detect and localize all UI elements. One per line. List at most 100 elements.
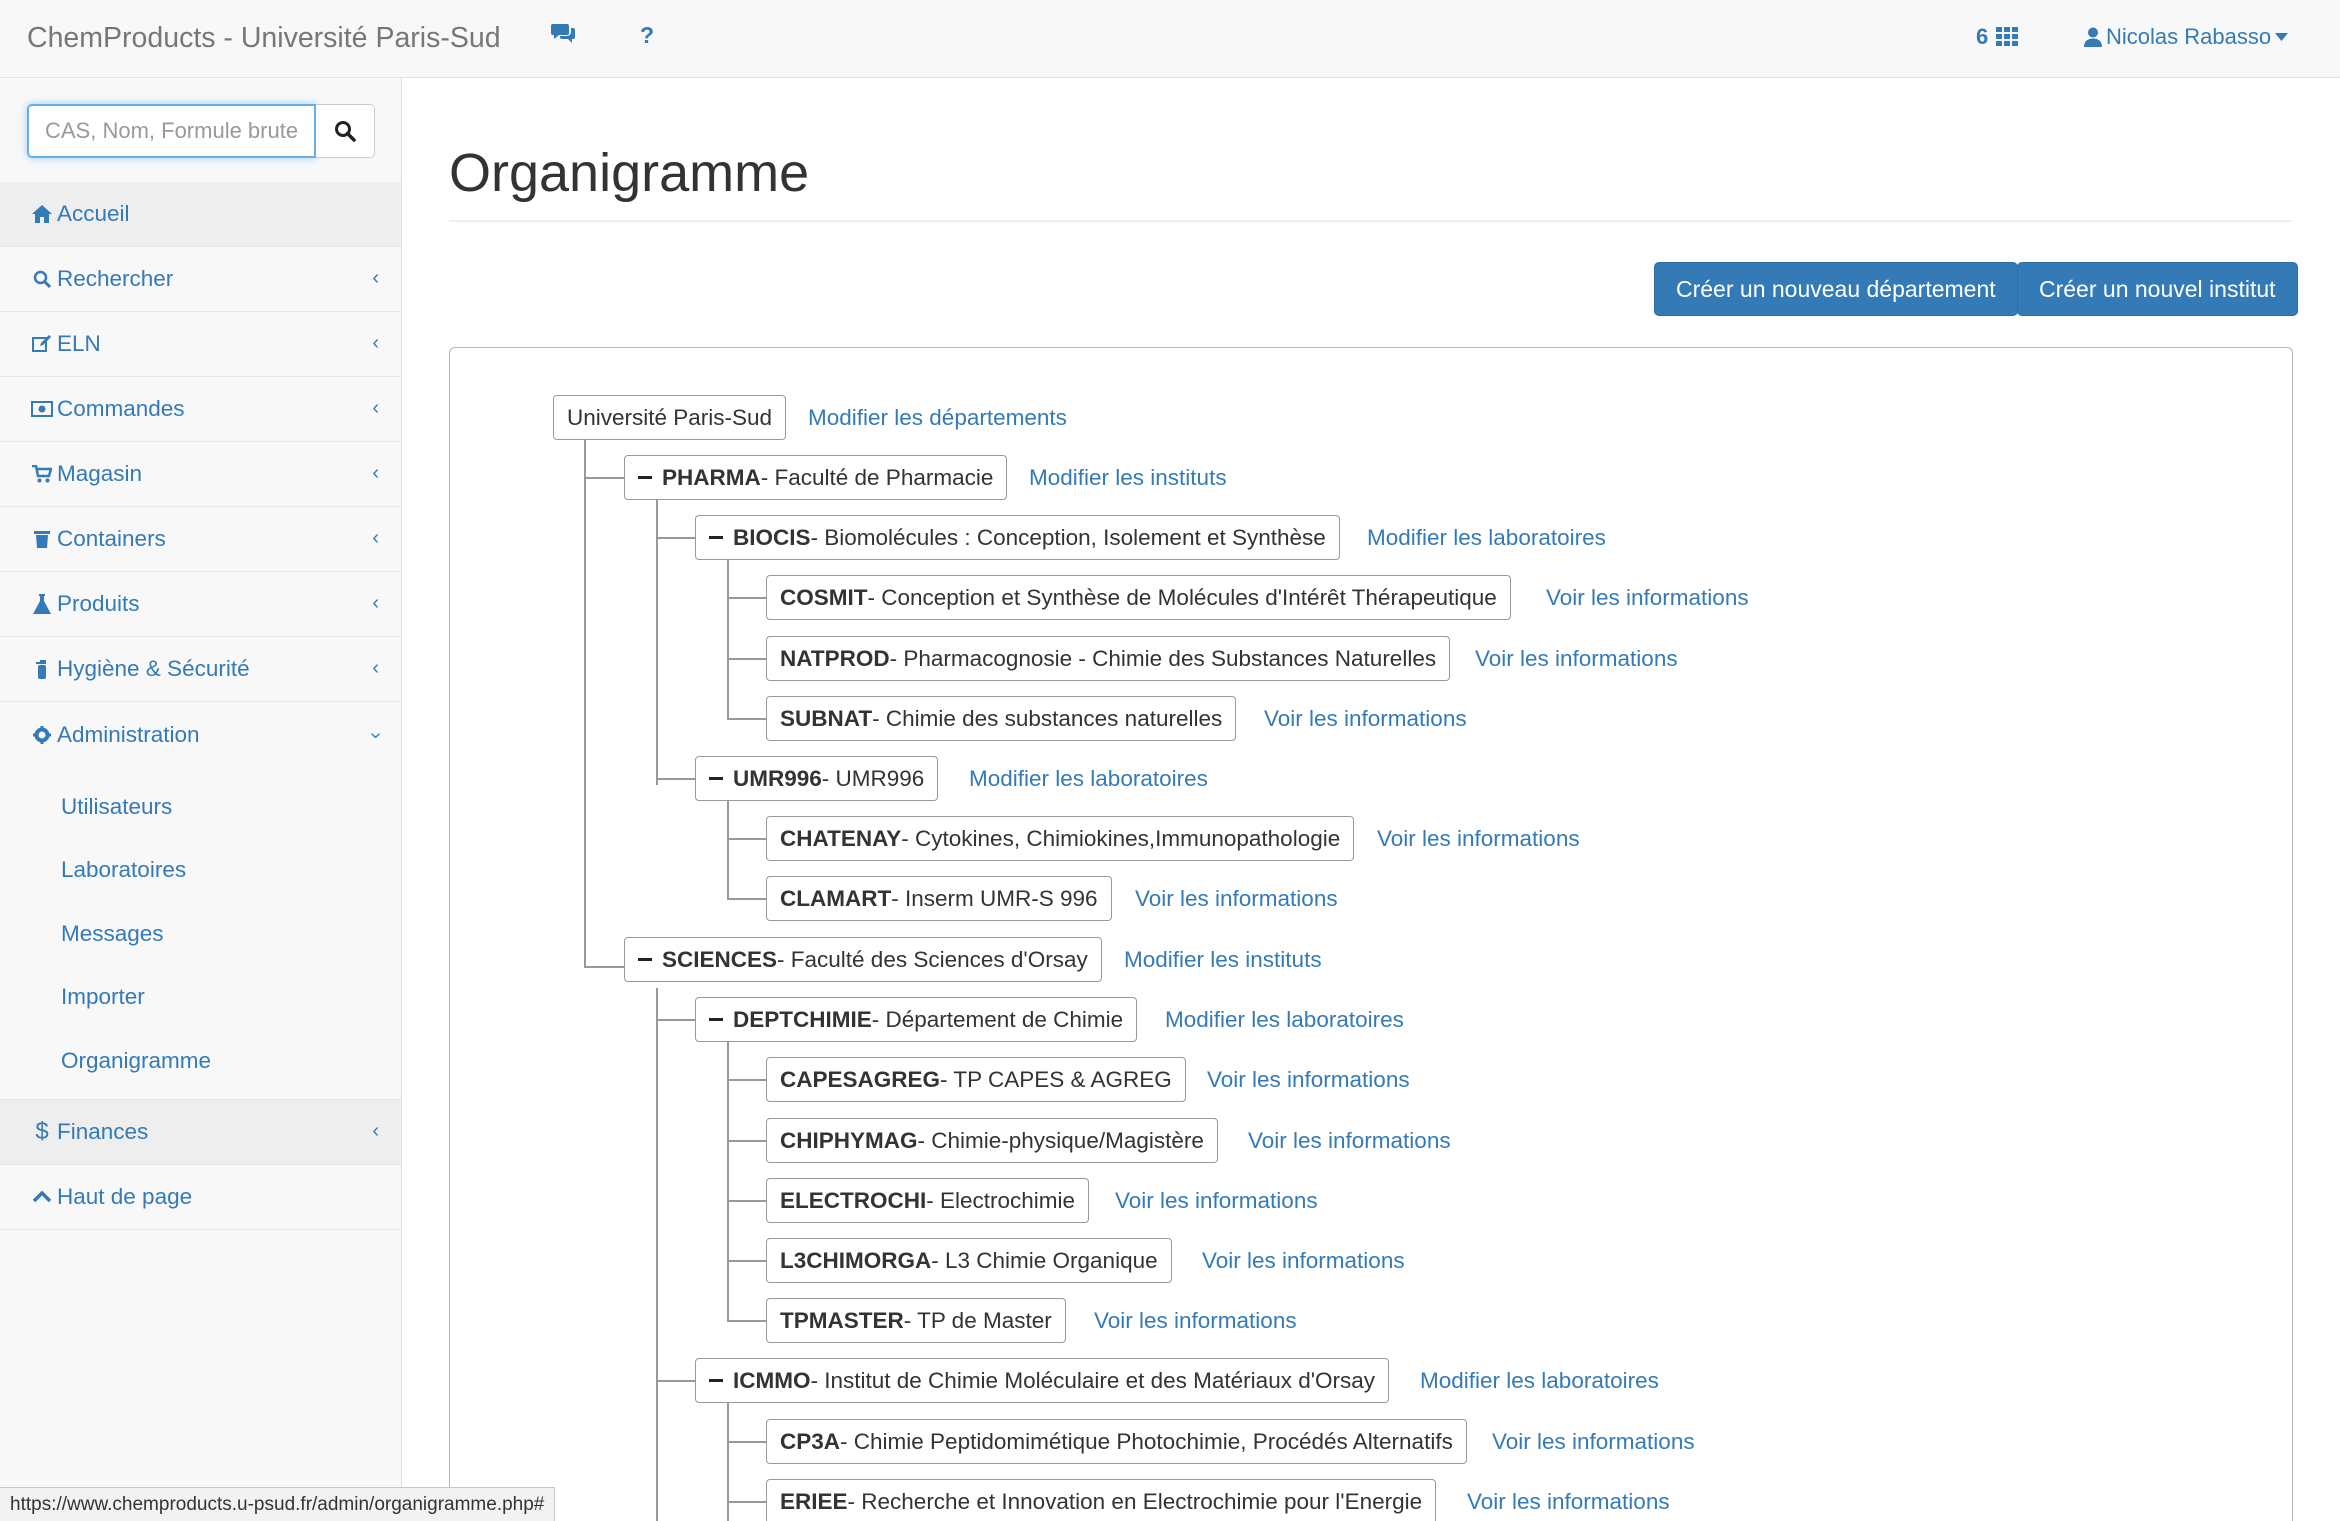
sidebar-subitem-laboratoires[interactable]: Laboratoires [0, 839, 401, 903]
home-icon [31, 205, 53, 223]
view-info-link[interactable]: Voir les informations [1248, 1128, 1451, 1154]
tree-connector [584, 477, 624, 479]
tree-node-chiphymag[interactable]: CHIPHYMAG - Chimie-physique/Magistère [766, 1118, 1218, 1163]
node-code: NATPROD [780, 645, 890, 671]
sidebar-subitem-messages[interactable]: Messages [0, 902, 401, 966]
create-department-button[interactable]: Créer un nouveau département [1654, 262, 2018, 316]
sidebar-subitem-utilisateurs[interactable]: Utilisateurs [0, 775, 401, 839]
search-input[interactable] [27, 104, 316, 158]
edit-departments-link[interactable]: Modifier les départements [808, 405, 1067, 431]
sidebar-subitem-organigramme[interactable]: Organigramme [0, 1029, 401, 1093]
sidebar-item-label: Containers [57, 526, 166, 551]
sidebar-item-containers[interactable]: Containers ‹ [0, 507, 401, 572]
view-info-link[interactable]: Voir les informations [1475, 646, 1678, 672]
view-info-link[interactable]: Voir les informations [1264, 706, 1467, 732]
edit-institutes-link[interactable]: Modifier les instituts [1029, 465, 1227, 491]
tree-connector [727, 800, 729, 898]
view-info-link[interactable]: Voir les informations [1094, 1308, 1297, 1334]
edit-laboratories-link[interactable]: Modifier les laboratoires [1367, 525, 1606, 551]
chevron-left-icon: ‹ [372, 462, 379, 484]
node-name: - Electrochimie [926, 1187, 1076, 1213]
view-info-link[interactable]: Voir les informations [1207, 1067, 1410, 1093]
tree-node-sciences[interactable]: SCIENCES - Faculté des Sciences d'Orsay [624, 937, 1102, 982]
sidebar-item-accueil[interactable]: Accueil [0, 182, 401, 247]
sidebar-item-eln[interactable]: ELN ‹ [0, 312, 401, 377]
tree-node-deptchimie[interactable]: DEPTCHIMIE - Département de Chimie [695, 997, 1138, 1042]
cart-icon [31, 465, 53, 483]
sidebar-item-magasin[interactable]: Magasin ‹ [0, 442, 401, 507]
sidebar-item-rechercher[interactable]: Rechercher ‹ [0, 247, 401, 312]
tree-connector [727, 1501, 767, 1503]
title-divider [449, 220, 2292, 222]
collapse-icon[interactable] [709, 535, 723, 540]
edit-laboratories-link[interactable]: Modifier les laboratoires [1165, 1007, 1404, 1033]
question-icon[interactable]: ? [640, 22, 654, 49]
tree-node-umr996[interactable]: UMR996 - UMR996 [695, 756, 939, 801]
tree-connector [727, 1079, 767, 1081]
node-name: - Chimie-physique/Magistère [917, 1127, 1204, 1153]
sidebar-item-finances[interactable]: $ Finances ‹ [0, 1099, 401, 1165]
node-code: SUBNAT [780, 705, 873, 731]
node-code: BIOCIS [733, 524, 811, 550]
collapse-icon[interactable] [638, 475, 652, 480]
tree-node-cosmit[interactable]: COSMIT - Conception et Synthèse de Moléc… [766, 575, 1511, 620]
tree-node-cp3a[interactable]: CP3A - Chimie Peptidomimétique Photochim… [766, 1419, 1467, 1464]
collapse-icon[interactable] [709, 1017, 723, 1022]
edit-institutes-link[interactable]: Modifier les instituts [1124, 947, 1322, 973]
view-info-link[interactable]: Voir les informations [1377, 826, 1580, 852]
tree-node-electrochi[interactable]: ELECTROCHI - Electrochimie [766, 1178, 1090, 1223]
edit-laboratories-link[interactable]: Modifier les laboratoires [1420, 1368, 1659, 1394]
tree-connector [727, 898, 767, 900]
sidebar-item-produits[interactable]: Produits ‹ [0, 572, 401, 637]
tree-node-tpmaster[interactable]: TPMASTER - TP de Master [766, 1298, 1066, 1343]
tree-connector [727, 1042, 729, 1322]
create-institute-button[interactable]: Créer un nouvel institut [2017, 262, 2298, 316]
tree-node-root[interactable]: Université Paris-Sud [553, 395, 787, 440]
apps-count: 6 [1976, 24, 1989, 49]
search-form [27, 104, 375, 158]
tree-connector [727, 560, 729, 718]
tree-node-clamart[interactable]: CLAMART - Inserm UMR-S 996 [766, 876, 1112, 921]
view-info-link[interactable]: Voir les informations [1467, 1489, 1670, 1515]
sidebar-item-commandes[interactable]: Commandes ‹ [0, 377, 401, 442]
view-info-link[interactable]: Voir les informations [1492, 1429, 1695, 1455]
tree-node-capesagreg[interactable]: CAPESAGREG - TP CAPES & AGREG [766, 1057, 1186, 1102]
app-brand[interactable]: ChemProducts - Université Paris-Sud [27, 22, 501, 55]
sidebar-item-haut-de-page[interactable]: Haut de page [0, 1165, 401, 1230]
grid-icon [1996, 27, 2019, 46]
view-info-link[interactable]: Voir les informations [1135, 886, 1338, 912]
collapse-icon[interactable] [638, 957, 652, 962]
tree-node-biocis[interactable]: BIOCIS - Biomolécules : Conception, Isol… [695, 515, 1340, 560]
node-name: - Biomolécules : Conception, Isolement e… [810, 524, 1326, 550]
node-name: - TP de Master [903, 1307, 1052, 1333]
tree-node-icmmo[interactable]: ICMMO - Institut de Chimie Moléculaire e… [695, 1358, 1390, 1403]
tree-node-chatenay[interactable]: CHATENAY - Cytokines, Chimiokines,Immuno… [766, 816, 1355, 861]
sidebar-item-label: ELN [57, 331, 101, 356]
search-button[interactable] [316, 104, 375, 158]
tree-connector [656, 1380, 696, 1382]
tree-node-natprod[interactable]: NATPROD - Pharmacognosie - Chimie des Su… [766, 636, 1451, 681]
tree-node-eriee[interactable]: ERIEE - Recherche et Innovation en Elect… [766, 1479, 1437, 1521]
node-name: - Département de Chimie [871, 1006, 1124, 1032]
user-menu[interactable]: Nicolas Rabasso [2084, 24, 2289, 50]
sidebar-subitem-importer[interactable]: Importer [0, 966, 401, 1030]
sidebar-item-administration[interactable]: Administration ‹ [0, 702, 401, 767]
sidebar-menu: Accueil Rechercher ‹ ELN ‹ Commandes ‹ M… [0, 182, 401, 1230]
collapse-icon[interactable] [709, 776, 723, 781]
comments-icon[interactable] [551, 22, 575, 51]
edit-laboratories-link[interactable]: Modifier les laboratoires [969, 766, 1208, 792]
tree-connector [727, 838, 767, 840]
collapse-icon[interactable] [709, 1378, 723, 1383]
search-icon [31, 270, 53, 288]
view-info-link[interactable]: Voir les informations [1546, 585, 1749, 611]
view-info-link[interactable]: Voir les informations [1202, 1248, 1405, 1274]
tree-node-l3chimorga[interactable]: L3CHIMORGA - L3 Chimie Organique [766, 1238, 1172, 1283]
tree-node-subnat[interactable]: SUBNAT - Chimie des substances naturelle… [766, 696, 1237, 741]
chevron-down-icon: ‹ [364, 732, 387, 739]
view-info-link[interactable]: Voir les informations [1115, 1188, 1318, 1214]
sidebar-item-hygiene-securite[interactable]: Hygiène & Sécurité ‹ [0, 637, 401, 702]
apps-menu[interactable]: 6 [1976, 24, 2019, 50]
node-code: TPMASTER [780, 1307, 904, 1333]
chevron-left-icon: ‹ [372, 527, 379, 549]
tree-node-pharma[interactable]: PHARMA - Faculté de Pharmacie [624, 455, 1008, 500]
